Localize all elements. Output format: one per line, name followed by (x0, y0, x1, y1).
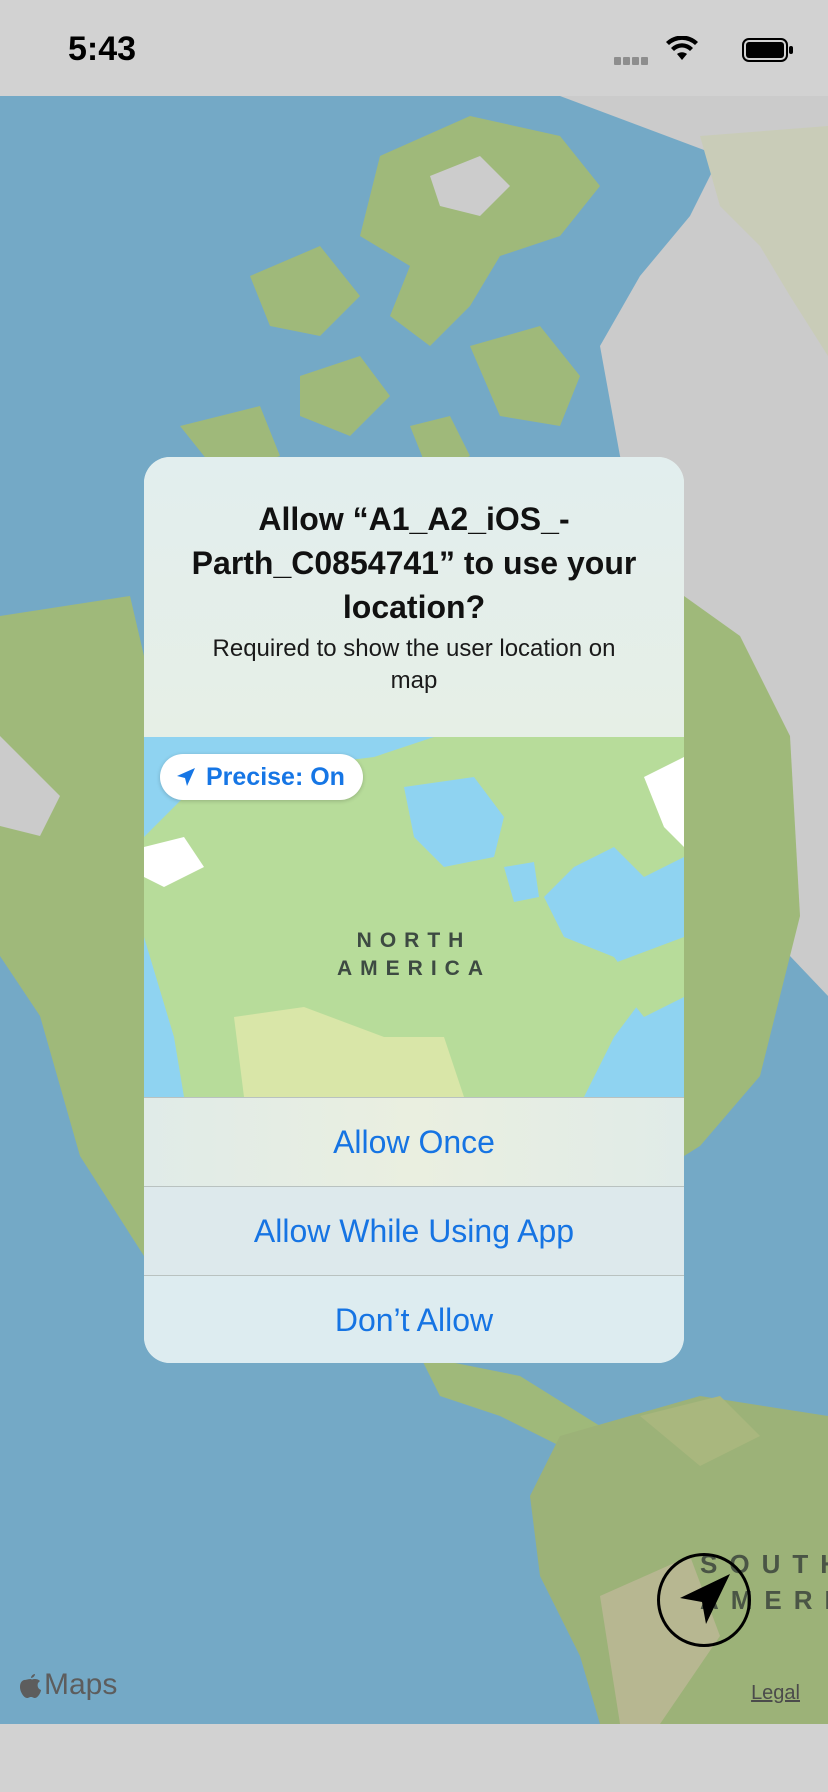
allow-once-button[interactable]: Allow Once (144, 1097, 684, 1186)
apple-icon (20, 1674, 41, 1698)
bottom-bar (0, 1724, 828, 1792)
signal-icon (614, 52, 654, 65)
alert-message: Required to show the user location on ma… (212, 635, 616, 694)
status-bar: 5:43 (0, 0, 828, 96)
status-time: 5:43 (68, 30, 137, 68)
legal-link[interactable]: Legal (751, 1682, 800, 1705)
maps-logo: Maps (20, 1668, 117, 1702)
alert-map-preview: Precise: On NORTH AMERICA (144, 737, 684, 1097)
user-location-button[interactable] (657, 1553, 751, 1647)
precise-toggle-label: Precise: On (206, 762, 345, 791)
dont-allow-button[interactable]: Don’t Allow (144, 1275, 684, 1363)
alert-header: Allow “A1_A2_iOS_-Parth_C0854741” to use… (144, 457, 684, 737)
allow-while-using-button[interactable]: Allow While Using App (144, 1186, 684, 1275)
map-region-label: NORTH AMERICA (337, 929, 491, 980)
maps-brand-text: Maps (44, 1668, 118, 1701)
location-permission-alert: Allow “A1_A2_iOS_-Parth_C0854741” to use… (144, 457, 684, 1363)
status-icons (594, 34, 794, 65)
location-arrow-icon (177, 768, 195, 786)
wifi-icon (665, 35, 699, 62)
precise-toggle[interactable]: Precise: On (160, 754, 363, 800)
location-arrow-icon (680, 1574, 730, 1624)
alert-title: Allow “A1_A2_iOS_-Parth_C0854741” to use… (191, 501, 637, 625)
battery-icon (742, 38, 794, 62)
